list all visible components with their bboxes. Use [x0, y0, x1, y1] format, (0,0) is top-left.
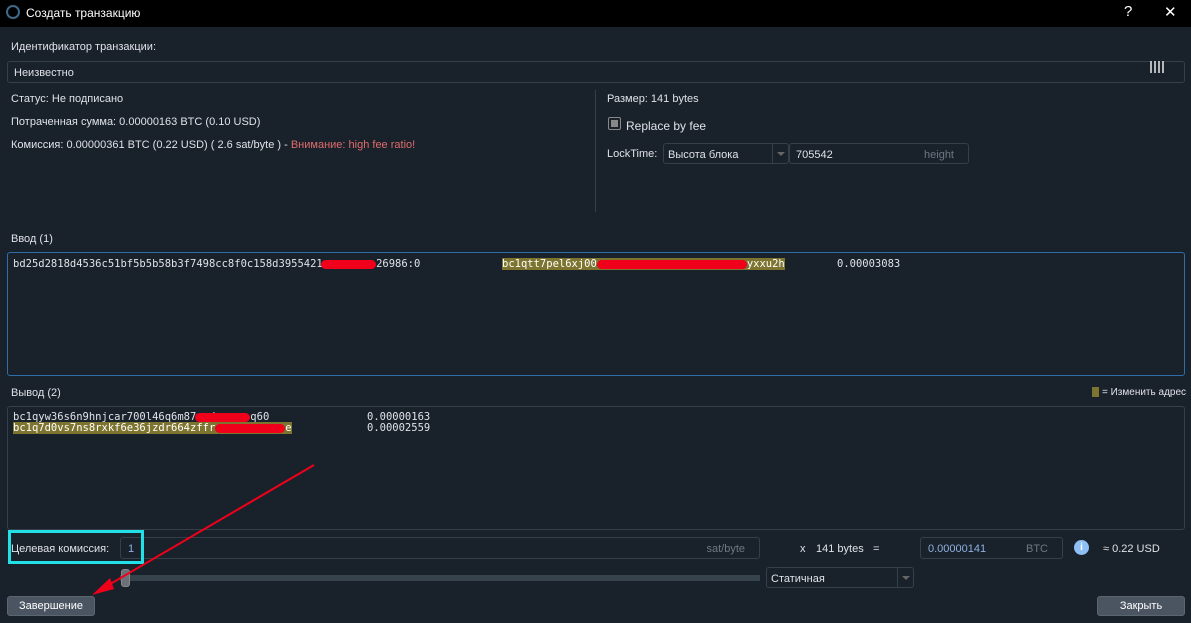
annotation-arrow	[92, 464, 315, 595]
